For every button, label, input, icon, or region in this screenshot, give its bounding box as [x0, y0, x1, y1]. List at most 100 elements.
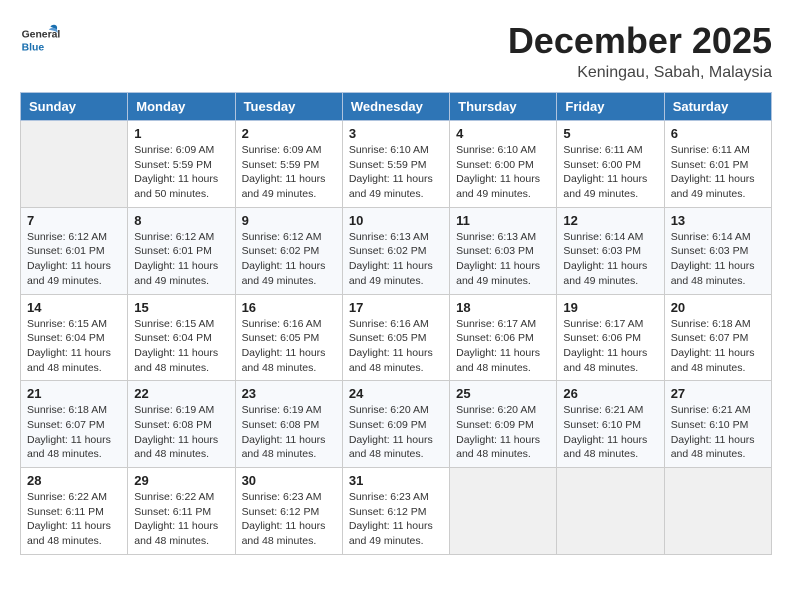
- calendar-week-row: 21Sunrise: 6:18 AMSunset: 6:07 PMDayligh…: [21, 381, 772, 468]
- day-info: Sunrise: 6:20 AMSunset: 6:09 PMDaylight:…: [456, 403, 550, 462]
- calendar-day-cell: 11Sunrise: 6:13 AMSunset: 6:03 PMDayligh…: [450, 207, 557, 294]
- day-number: 25: [456, 386, 550, 401]
- calendar-day-cell: 30 Sunrise: 6:23 AMSunset: 6:12 PMDayligh…: [235, 468, 342, 555]
- calendar-day-cell: 22Sunrise: 6:19 AMSunset: 6:08 PMDayligh…: [128, 381, 235, 468]
- day-info: Sunrise: 6:22 AMSunset: 6:11 PMDaylight:…: [27, 490, 121, 549]
- calendar-day-cell: 19 Sunrise: 6:17 AMSunset: 6:06 PMDayligh…: [557, 294, 664, 381]
- svg-text:General: General: [22, 30, 60, 41]
- day-info: Sunrise: 6:19 AMSunset: 6:08 PMDaylight:…: [242, 403, 336, 462]
- page-header: General Blue December 2025 Keningau, Sab…: [20, 20, 772, 82]
- day-info: Sunrise: 6:12 AMSunset: 6:01 PMDaylight:…: [134, 230, 228, 289]
- calendar-day-cell: 17Sunrise: 6:16 AMSunset: 6:05 PMDayligh…: [342, 294, 449, 381]
- day-of-week-header: Thursday: [450, 93, 557, 121]
- day-info: Sunrise: 6:13 AMSunset: 6:03 PMDaylight:…: [456, 230, 550, 289]
- day-of-week-header: Friday: [557, 93, 664, 121]
- day-info: Sunrise: 6:11 AMSunset: 6:00 PMDaylight:…: [563, 143, 657, 202]
- day-info: Sunrise: 6:09 AMSunset: 5:59 PMDaylight:…: [134, 143, 228, 202]
- day-number: 7: [27, 213, 121, 228]
- calendar-day-cell: 28 Sunrise: 6:22 AMSunset: 6:11 PMDayligh…: [21, 468, 128, 555]
- day-number: 24: [349, 386, 443, 401]
- day-info: Sunrise: 6:09 AMSunset: 5:59 PMDaylight:…: [242, 143, 336, 202]
- calendar-day-cell: 1 Sunrise: 6:09 AMSunset: 5:59 PMDaylight…: [128, 121, 235, 208]
- calendar-day-cell: 18 Sunrise: 6:17 AMSunset: 6:06 PMDayligh…: [450, 294, 557, 381]
- day-number: 26: [563, 386, 657, 401]
- calendar-day-cell: 6 Sunrise: 6:11 AMSunset: 6:01 PMDaylight…: [664, 121, 771, 208]
- day-number: 1: [134, 126, 228, 141]
- day-info: Sunrise: 6:15 AMSunset: 6:04 PMDaylight:…: [27, 317, 121, 376]
- calendar-day-cell: 7 Sunrise: 6:12 AMSunset: 6:01 PMDaylight…: [21, 207, 128, 294]
- day-info: Sunrise: 6:10 AMSunset: 5:59 PMDaylight:…: [349, 143, 443, 202]
- day-info: Sunrise: 6:14 AMSunset: 6:03 PMDaylight:…: [671, 230, 765, 289]
- day-number: 20: [671, 300, 765, 315]
- day-number: 31: [349, 473, 443, 488]
- day-number: 3: [349, 126, 443, 141]
- calendar-day-cell: 21Sunrise: 6:18 AMSunset: 6:07 PMDayligh…: [21, 381, 128, 468]
- calendar-day-cell: 5 Sunrise: 6:11 AMSunset: 6:00 PMDaylight…: [557, 121, 664, 208]
- day-info: Sunrise: 6:12 AMSunset: 6:01 PMDaylight:…: [27, 230, 121, 289]
- day-number: 14: [27, 300, 121, 315]
- calendar-day-cell: 13 Sunrise: 6:14 AMSunset: 6:03 PMDayligh…: [664, 207, 771, 294]
- calendar-day-cell: [450, 468, 557, 555]
- day-info: Sunrise: 6:23 AMSunset: 6:12 PMDaylight:…: [349, 490, 443, 549]
- month-title: December 2025: [508, 20, 772, 62]
- day-number: 5: [563, 126, 657, 141]
- day-of-week-header: Wednesday: [342, 93, 449, 121]
- logo: General Blue: [20, 20, 60, 60]
- calendar-day-cell: [664, 468, 771, 555]
- day-number: 22: [134, 386, 228, 401]
- day-info: Sunrise: 6:17 AMSunset: 6:06 PMDaylight:…: [563, 317, 657, 376]
- day-number: 15: [134, 300, 228, 315]
- calendar-week-row: 28 Sunrise: 6:22 AMSunset: 6:11 PMDayligh…: [21, 468, 772, 555]
- day-number: 18: [456, 300, 550, 315]
- title-block: December 2025 Keningau, Sabah, Malaysia: [508, 20, 772, 82]
- day-number: 4: [456, 126, 550, 141]
- calendar-header-row: SundayMondayTuesdayWednesdayThursdayFrid…: [21, 93, 772, 121]
- day-info: Sunrise: 6:18 AMSunset: 6:07 PMDaylight:…: [27, 403, 121, 462]
- day-info: Sunrise: 6:10 AMSunset: 6:00 PMDaylight:…: [456, 143, 550, 202]
- day-info: Sunrise: 6:23 AMSunset: 6:12 PMDaylight:…: [242, 490, 336, 549]
- day-info: Sunrise: 6:11 AMSunset: 6:01 PMDaylight:…: [671, 143, 765, 202]
- calendar-day-cell: [557, 468, 664, 555]
- logo-icon: General Blue: [20, 20, 60, 60]
- day-number: 30: [242, 473, 336, 488]
- calendar-day-cell: 31 Sunrise: 6:23 AMSunset: 6:12 PMDayligh…: [342, 468, 449, 555]
- day-info: Sunrise: 6:15 AMSunset: 6:04 PMDaylight:…: [134, 317, 228, 376]
- day-of-week-header: Tuesday: [235, 93, 342, 121]
- day-number: 10: [349, 213, 443, 228]
- day-of-week-header: Sunday: [21, 93, 128, 121]
- day-number: 13: [671, 213, 765, 228]
- calendar-day-cell: 27 Sunrise: 6:21 AMSunset: 6:10 PMDayligh…: [664, 381, 771, 468]
- calendar-day-cell: 2 Sunrise: 6:09 AMSunset: 5:59 PMDaylight…: [235, 121, 342, 208]
- calendar-day-cell: 20 Sunrise: 6:18 AMSunset: 6:07 PMDayligh…: [664, 294, 771, 381]
- calendar-day-cell: 16 Sunrise: 6:16 AMSunset: 6:05 PMDayligh…: [235, 294, 342, 381]
- day-of-week-header: Saturday: [664, 93, 771, 121]
- day-info: Sunrise: 6:21 AMSunset: 6:10 PMDaylight:…: [671, 403, 765, 462]
- day-info: Sunrise: 6:18 AMSunset: 6:07 PMDaylight:…: [671, 317, 765, 376]
- day-info: Sunrise: 6:12 AMSunset: 6:02 PMDaylight:…: [242, 230, 336, 289]
- day-number: 2: [242, 126, 336, 141]
- calendar-day-cell: 4 Sunrise: 6:10 AMSunset: 6:00 PMDaylight…: [450, 121, 557, 208]
- day-info: Sunrise: 6:17 AMSunset: 6:06 PMDaylight:…: [456, 317, 550, 376]
- calendar-day-cell: 23Sunrise: 6:19 AMSunset: 6:08 PMDayligh…: [235, 381, 342, 468]
- svg-text:Blue: Blue: [22, 42, 45, 53]
- day-of-week-header: Monday: [128, 93, 235, 121]
- calendar-day-cell: 15 Sunrise: 6:15 AMSunset: 6:04 PMDayligh…: [128, 294, 235, 381]
- day-number: 28: [27, 473, 121, 488]
- day-info: Sunrise: 6:13 AMSunset: 6:02 PMDaylight:…: [349, 230, 443, 289]
- day-number: 16: [242, 300, 336, 315]
- day-number: 17: [349, 300, 443, 315]
- calendar-day-cell: 10 Sunrise: 6:13 AMSunset: 6:02 PMDayligh…: [342, 207, 449, 294]
- day-number: 29: [134, 473, 228, 488]
- calendar-week-row: 1 Sunrise: 6:09 AMSunset: 5:59 PMDaylight…: [21, 121, 772, 208]
- day-info: Sunrise: 6:14 AMSunset: 6:03 PMDaylight:…: [563, 230, 657, 289]
- calendar-day-cell: 24Sunrise: 6:20 AMSunset: 6:09 PMDayligh…: [342, 381, 449, 468]
- day-number: 6: [671, 126, 765, 141]
- day-number: 19: [563, 300, 657, 315]
- day-info: Sunrise: 6:16 AMSunset: 6:05 PMDaylight:…: [242, 317, 336, 376]
- day-number: 8: [134, 213, 228, 228]
- day-number: 27: [671, 386, 765, 401]
- calendar-table: SundayMondayTuesdayWednesdayThursdayFrid…: [20, 92, 772, 555]
- calendar-day-cell: 8 Sunrise: 6:12 AMSunset: 6:01 PMDaylight…: [128, 207, 235, 294]
- calendar-day-cell: 14 Sunrise: 6:15 AMSunset: 6:04 PMDayligh…: [21, 294, 128, 381]
- day-number: 12: [563, 213, 657, 228]
